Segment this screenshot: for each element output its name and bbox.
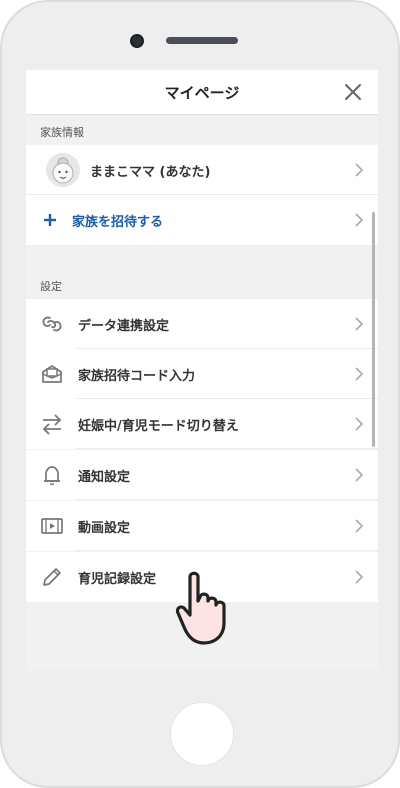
swap-icon	[42, 414, 62, 435]
chevron-right-icon	[355, 317, 364, 331]
row-label: 妊娠中/育児モード切り替え	[78, 418, 239, 434]
section-label-settings: 設定	[40, 280, 62, 293]
row-label: 育児記録設定	[78, 571, 157, 587]
section-label-family: 家族情報	[40, 126, 84, 139]
video-settings-row[interactable]: 動画設定	[26, 501, 378, 551]
page-title: マイページ	[164, 83, 240, 102]
link-icon	[42, 316, 62, 332]
mode-switch-row[interactable]: 妊娠中/育児モード切り替え	[26, 399, 378, 449]
chevron-right-icon	[355, 367, 364, 381]
row-label: 通知設定	[78, 469, 131, 485]
divider	[76, 499, 378, 500]
chevron-right-icon	[355, 163, 364, 177]
avatar-icon	[46, 153, 80, 187]
pencil-icon	[43, 568, 61, 586]
tap-hand-icon	[175, 571, 226, 645]
divider	[76, 550, 378, 551]
speaker	[166, 37, 238, 44]
bell-icon	[44, 466, 60, 486]
row-label: データ連携設定	[78, 318, 170, 334]
user-name: ままこママ (あなた)	[90, 164, 211, 180]
chevron-right-icon	[355, 468, 364, 482]
close-icon[interactable]	[342, 81, 364, 103]
header: マイページ	[26, 70, 378, 115]
invite-family-label: 家族を招待する	[72, 214, 164, 230]
notification-settings-row[interactable]: 通知設定	[26, 450, 378, 500]
data-link-settings-row[interactable]: データ連携設定	[26, 299, 378, 349]
home-button[interactable]	[170, 702, 234, 766]
divider	[76, 448, 378, 449]
camera	[130, 34, 144, 48]
row-label: 家族招待コード入力	[78, 368, 196, 384]
invite-family-row[interactable]: 家族を招待する	[26, 195, 378, 245]
row-label: 動画設定	[78, 520, 131, 536]
user-profile-row[interactable]: ままこママ (あなた)	[26, 145, 378, 195]
plus-icon	[44, 214, 56, 226]
chevron-right-icon	[355, 570, 364, 584]
chevron-right-icon	[355, 417, 364, 431]
video-icon	[41, 518, 63, 534]
envelope-icon	[42, 365, 62, 383]
phone-frame: マイページ 家族情報 ままこママ (あなた) 家族を招待する 設定 データ連携設…	[0, 0, 400, 788]
chevron-right-icon	[355, 519, 364, 533]
scrollbar[interactable]	[372, 212, 375, 447]
chevron-right-icon	[355, 213, 364, 227]
family-invite-code-row[interactable]: 家族招待コード入力	[26, 349, 378, 399]
